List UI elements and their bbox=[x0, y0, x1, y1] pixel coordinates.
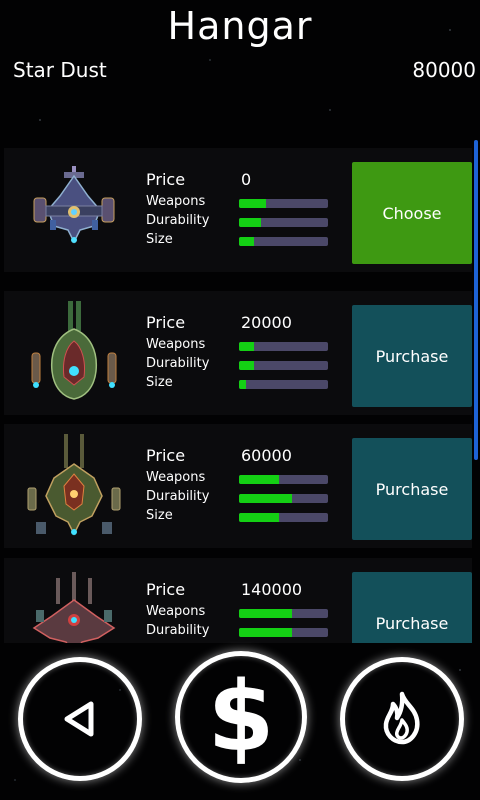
durability-label: Durability bbox=[146, 356, 210, 371]
price-label: Price bbox=[146, 580, 186, 599]
price-label: Price bbox=[146, 313, 186, 332]
price-value: 60000 bbox=[241, 446, 292, 465]
weapons-bar bbox=[239, 609, 328, 618]
purchase-button[interactable]: Purchase bbox=[352, 572, 472, 643]
stat-bar-fill bbox=[239, 513, 280, 522]
purchase-button[interactable]: Purchase bbox=[352, 438, 472, 540]
ship-3-image bbox=[27, 434, 121, 536]
stat-bar-fill bbox=[239, 361, 255, 370]
stat-bar-fill bbox=[239, 628, 293, 637]
weapons-label: Weapons bbox=[146, 337, 206, 352]
choose-button[interactable]: Choose bbox=[352, 162, 472, 264]
durability-bar bbox=[239, 361, 328, 370]
price-label: Price bbox=[146, 170, 186, 189]
size-bar bbox=[239, 237, 328, 246]
weapons-bar bbox=[239, 475, 328, 484]
durability-bar bbox=[239, 494, 328, 503]
flame-icon bbox=[383, 691, 420, 745]
weapons-label: Weapons bbox=[146, 194, 206, 209]
ship-card: Price 140000 Weapons Durability Size Pur… bbox=[4, 558, 472, 643]
price-label: Price bbox=[146, 446, 186, 465]
shop-button[interactable]: $ bbox=[175, 651, 307, 783]
weapons-bar bbox=[239, 199, 328, 208]
ship-card: Price 0 Weapons Durability Size Choose bbox=[4, 148, 472, 272]
page-title: Hangar bbox=[167, 4, 313, 48]
weapons-label: Weapons bbox=[146, 470, 206, 485]
size-label: Size bbox=[146, 232, 173, 247]
ship-card: Price 20000 Weapons Durability Size Purc… bbox=[4, 291, 472, 415]
durability-bar bbox=[239, 218, 328, 227]
size-label: Size bbox=[146, 508, 173, 523]
scrollbar[interactable] bbox=[474, 140, 478, 460]
back-button[interactable] bbox=[18, 657, 142, 781]
stat-bar-fill bbox=[239, 380, 247, 389]
weapons-label: Weapons bbox=[146, 604, 206, 619]
ship-4-image bbox=[32, 572, 116, 643]
ship-card: Price 60000 Weapons Durability Size Purc… bbox=[4, 424, 472, 548]
size-label: Size bbox=[146, 375, 173, 390]
currency-label: Star Dust bbox=[13, 58, 107, 82]
size-label: Size bbox=[146, 642, 173, 643]
ship-2-image bbox=[31, 301, 117, 400]
fire-button[interactable] bbox=[340, 657, 464, 781]
hangar-screen: Hangar Star Dust 80000 Price 0 Weapons D… bbox=[0, 0, 480, 800]
bottom-nav: $ bbox=[0, 645, 480, 800]
stat-bar-fill bbox=[239, 342, 255, 351]
stat-bar-fill bbox=[239, 494, 293, 503]
stat-bar-fill bbox=[239, 475, 280, 484]
price-value: 140000 bbox=[241, 580, 303, 599]
ship-list[interactable]: Price 0 Weapons Durability Size Choose P… bbox=[0, 148, 480, 643]
dollar-icon: $ bbox=[207, 661, 275, 773]
durability-label: Durability bbox=[146, 623, 210, 638]
stat-bar-fill bbox=[239, 199, 266, 208]
price-value: 20000 bbox=[241, 313, 292, 332]
currency-value: 80000 bbox=[412, 58, 476, 82]
price-value: 0 bbox=[241, 170, 252, 189]
weapons-bar bbox=[239, 342, 328, 351]
purchase-button[interactable]: Purchase bbox=[352, 305, 472, 407]
stat-bar-fill bbox=[239, 218, 262, 227]
durability-label: Durability bbox=[146, 213, 210, 228]
durability-label: Durability bbox=[146, 489, 210, 504]
durability-bar bbox=[239, 628, 328, 637]
ship-1-image bbox=[33, 166, 115, 244]
size-bar bbox=[239, 380, 328, 389]
stat-bar-fill bbox=[239, 609, 293, 618]
size-bar bbox=[239, 513, 328, 522]
stat-bar-fill bbox=[239, 237, 255, 246]
back-triangle-icon bbox=[64, 701, 94, 737]
